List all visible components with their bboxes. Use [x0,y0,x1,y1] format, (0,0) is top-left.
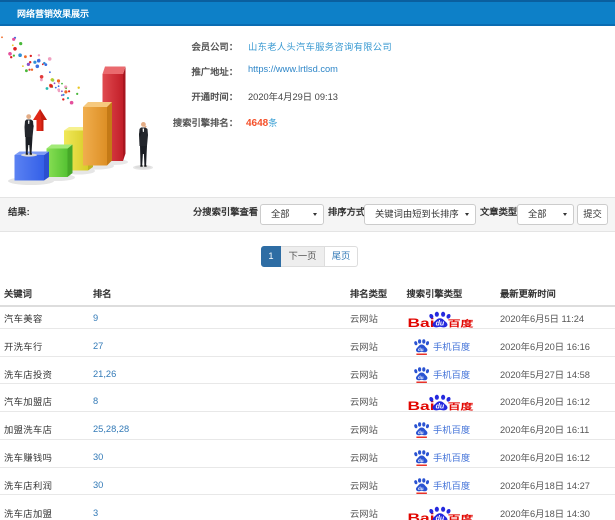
svg-text:Bai: Bai [408,400,435,411]
svg-text:du: du [436,515,445,520]
svg-text:Bai: Bai [408,317,435,328]
svg-text:du: du [418,486,424,491]
svg-text:du: du [418,458,424,463]
svg-text:du: du [418,430,424,435]
svg-text:du: du [436,404,445,411]
svg-text:百度: 百度 [448,512,474,520]
svg-text:du: du [418,375,424,380]
svg-text:du: du [418,347,424,352]
svg-text:百度: 百度 [448,318,474,328]
svg-text:百度: 百度 [448,401,474,411]
svg-text:du: du [436,320,445,327]
